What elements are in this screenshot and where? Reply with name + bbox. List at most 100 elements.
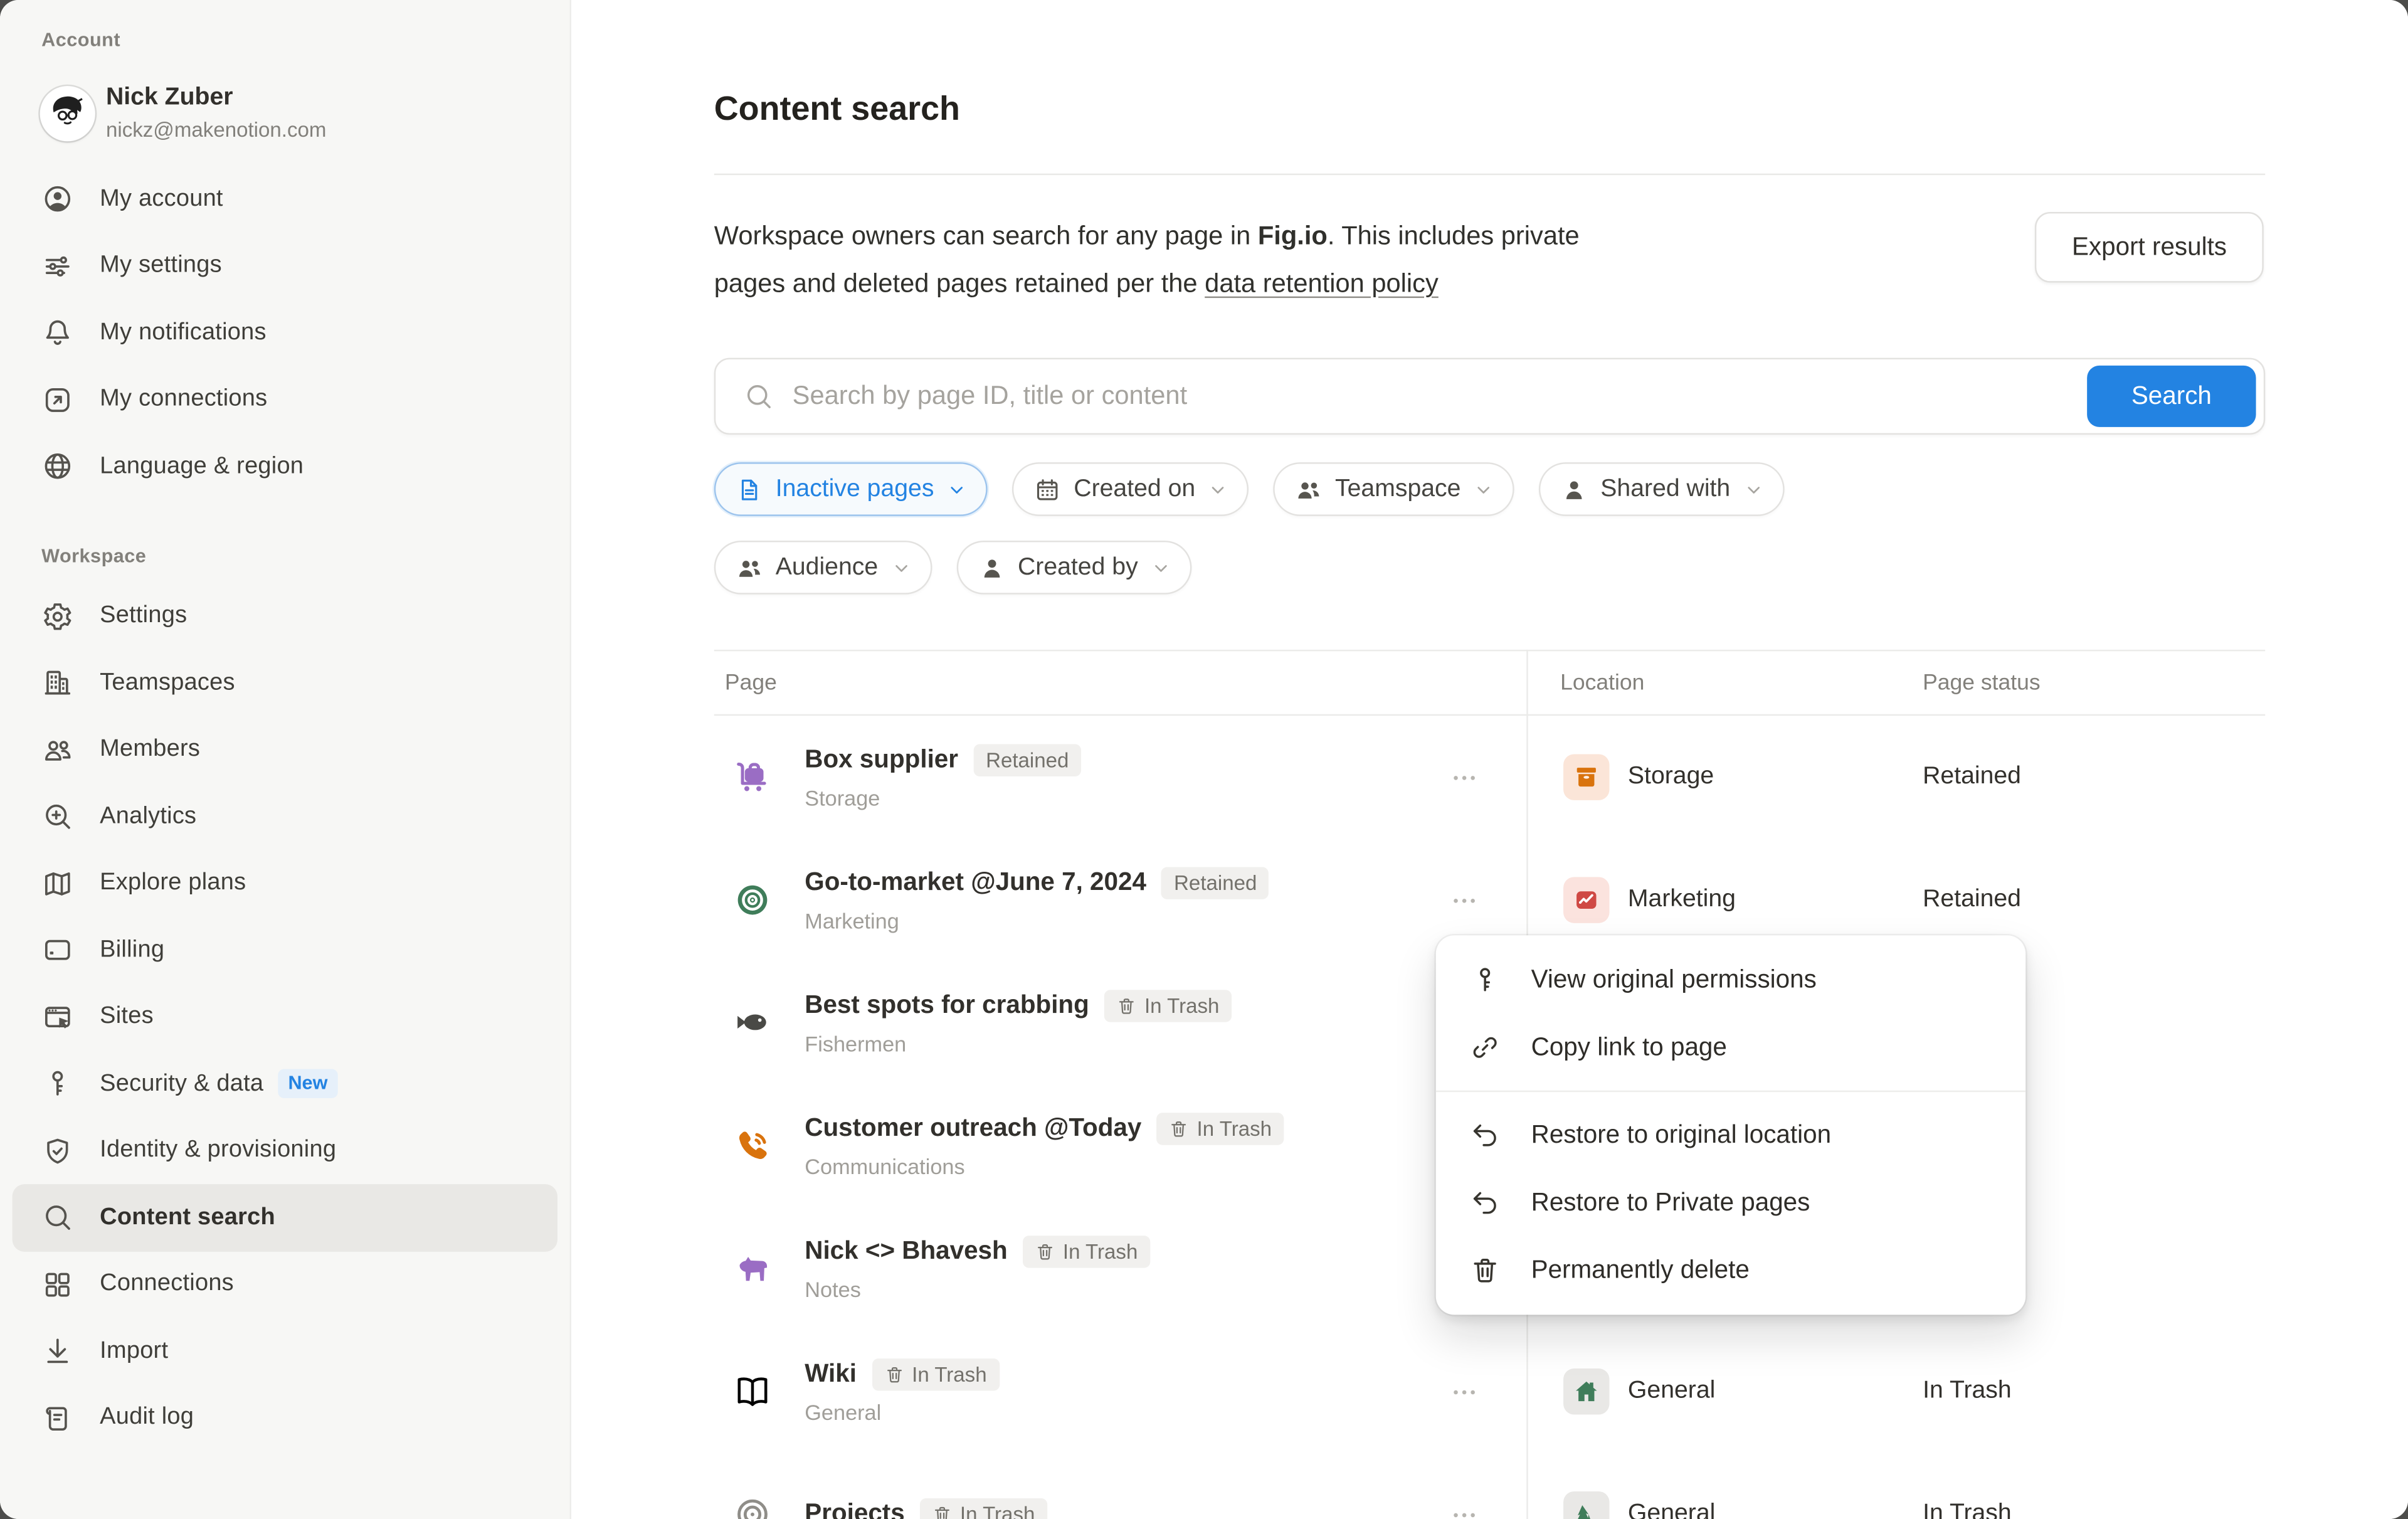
table-row-wiki: WikiIn TrashGeneralGeneralIn Trash — [714, 1330, 2265, 1453]
filter-chip-created-by[interactable]: Created by — [956, 541, 1191, 595]
browser-icon — [40, 1000, 74, 1034]
page-title-text[interactable]: Customer outreach @Today — [805, 1114, 1141, 1144]
trash-icon — [1169, 1119, 1189, 1139]
menu-item-label: Copy link to page — [1531, 1033, 1727, 1062]
location-cell: Storage — [1563, 754, 1714, 800]
sidebar-item-content-search[interactable]: Content search — [13, 1184, 557, 1251]
menu-item-permanently-delete[interactable]: Permanently delete — [1436, 1236, 2025, 1304]
undo-icon — [1468, 1187, 1502, 1218]
sidebar-item-import[interactable]: Import — [13, 1318, 557, 1385]
menu-item-copy-link-to-page[interactable]: Copy link to page — [1436, 1014, 2025, 1081]
search-plus-icon — [40, 800, 74, 834]
sidebar-item-members[interactable]: Members — [13, 716, 557, 783]
row-actions-button[interactable] — [1437, 759, 1489, 796]
sidebar-item-security-data[interactable]: Security & data New — [13, 1051, 557, 1118]
sidebar-item-sites[interactable]: Sites — [13, 984, 557, 1051]
sidebar-item-settings[interactable]: Settings — [13, 583, 557, 650]
page-subtitle: Communications — [805, 1154, 1284, 1178]
location-label: Marketing — [1628, 886, 1736, 914]
row-actions-button[interactable] — [1437, 882, 1489, 919]
sidebar-item-label: Security & data — [100, 1070, 263, 1098]
user-card[interactable]: Nick Zuber nickz@makenotion.com — [13, 77, 557, 151]
filter-chip-label: Audience — [776, 554, 878, 581]
sidebar-item-explore-plans[interactable]: Explore plans — [13, 850, 557, 918]
phone-icon — [731, 1125, 774, 1168]
filter-chip-shared-with[interactable]: Shared with — [1539, 462, 1784, 516]
page-title-text[interactable]: Nick <> Bhavesh — [805, 1237, 1007, 1267]
export-results-button[interactable]: Export results — [2035, 212, 2264, 283]
filter-row-2: Audience Created by — [714, 541, 1192, 595]
new-badge: New — [277, 1069, 338, 1099]
key-icon — [40, 1067, 74, 1101]
filter-chip-created-on[interactable]: Created on — [1012, 462, 1249, 516]
menu-item-view-original-permissions[interactable]: View original permissions — [1436, 946, 2025, 1014]
arrow-out-icon — [40, 383, 74, 416]
gear-icon — [40, 600, 74, 633]
people-fill-icon — [1295, 475, 1323, 503]
menu-item-restore-to-original-location[interactable]: Restore to original location — [1436, 1101, 2025, 1169]
user-email: nickz@makenotion.com — [106, 117, 326, 144]
page-cell: Customer outreach @TodayIn TrashCommunic… — [805, 1113, 1284, 1178]
sidebar-item-label: My connections — [100, 386, 267, 413]
page-status-badge: In Trash — [1104, 990, 1232, 1022]
page-cell: Best spots for crabbingIn TrashFishermen — [805, 990, 1232, 1056]
data-retention-policy-link[interactable]: data retention policy — [1205, 269, 1439, 299]
page-icon — [736, 475, 763, 503]
sidebar-item-connections[interactable]: Connections — [13, 1251, 557, 1318]
badge-label: In Trash — [1063, 1241, 1138, 1264]
page-status-badge: In Trash — [920, 1498, 1047, 1519]
page-subtitle: Storage — [805, 786, 1081, 810]
search-input[interactable] — [789, 379, 2087, 413]
badge-label: Retained — [1174, 872, 1257, 895]
search-button[interactable]: Search — [2087, 366, 2256, 427]
filter-chip-label: Teamspace — [1335, 475, 1460, 503]
chevron-down-icon — [892, 558, 910, 576]
calendar-icon — [1034, 475, 1062, 503]
sidebar-item-identity-provisioning[interactable]: Identity & provisioning — [13, 1118, 557, 1185]
sidebar-item-teamspaces[interactable]: Teamspaces — [13, 650, 557, 717]
mountain-icon — [1563, 1491, 1609, 1519]
sidebar-item-analytics[interactable]: Analytics — [13, 783, 557, 850]
filter-row-1: Inactive pages Created on Teamspace Shared … — [714, 462, 1784, 516]
luggage-cart-icon — [731, 756, 774, 799]
bell-icon — [40, 316, 74, 350]
sidebar-item-label: My notifications — [100, 319, 267, 347]
sidebar-item-label: Audit log — [100, 1404, 194, 1432]
sidebar-item-my-account[interactable]: My account — [13, 166, 557, 233]
menu-divider — [1436, 1091, 2025, 1092]
page-description: Workspace owners can search for any page… — [714, 212, 1928, 307]
filter-chip-teamspace[interactable]: Teamspace — [1274, 462, 1514, 516]
sidebar-item-language-region[interactable]: Language & region — [13, 433, 557, 500]
sidebar-item-billing[interactable]: Billing — [13, 917, 557, 984]
row-context-menu: View original permissions Copy link to pa… — [1436, 935, 2025, 1315]
page-status-value: Retained — [1923, 763, 2021, 791]
undo-icon — [1468, 1119, 1502, 1150]
filter-chip-label: Created by — [1018, 554, 1138, 581]
house-icon — [1563, 1368, 1609, 1414]
location-cell: Marketing — [1563, 877, 1736, 923]
row-actions-button[interactable] — [1437, 1373, 1489, 1410]
scroll-icon — [40, 1401, 74, 1435]
people-fill-icon — [736, 554, 763, 581]
row-actions-button[interactable] — [1437, 1496, 1489, 1519]
sidebar-item-my-connections[interactable]: My connections — [13, 366, 557, 433]
page-title-text[interactable]: Go-to-market @June 7, 2024 — [805, 869, 1146, 898]
page-title-text[interactable]: Box supplier — [805, 746, 958, 775]
sidebar-item-my-notifications[interactable]: My notifications — [13, 300, 557, 367]
search-bar: Search — [714, 358, 2265, 435]
page-status-value: In Trash — [1923, 1378, 2012, 1405]
sidebar-item-my-settings[interactable]: My settings — [13, 233, 557, 300]
chevron-down-icon — [1152, 558, 1170, 576]
filter-chip-audience[interactable]: Audience — [714, 541, 932, 595]
chart-icon — [1563, 877, 1609, 923]
shield-check-icon — [40, 1134, 74, 1168]
menu-item-restore-to-private-pages[interactable]: Restore to Private pages — [1436, 1169, 2025, 1237]
filter-chip-inactive-pages[interactable]: Inactive pages — [714, 462, 988, 516]
trash-icon — [1468, 1255, 1502, 1286]
sidebar-item-audit-log[interactable]: Audit log — [13, 1385, 557, 1452]
page-title-text[interactable]: Best spots for crabbing — [805, 992, 1089, 1021]
page-title-text[interactable]: Wiki — [805, 1360, 857, 1390]
page-title-text[interactable]: Projects — [805, 1500, 904, 1519]
target-icon — [731, 879, 774, 922]
credit-card-icon — [40, 933, 74, 967]
